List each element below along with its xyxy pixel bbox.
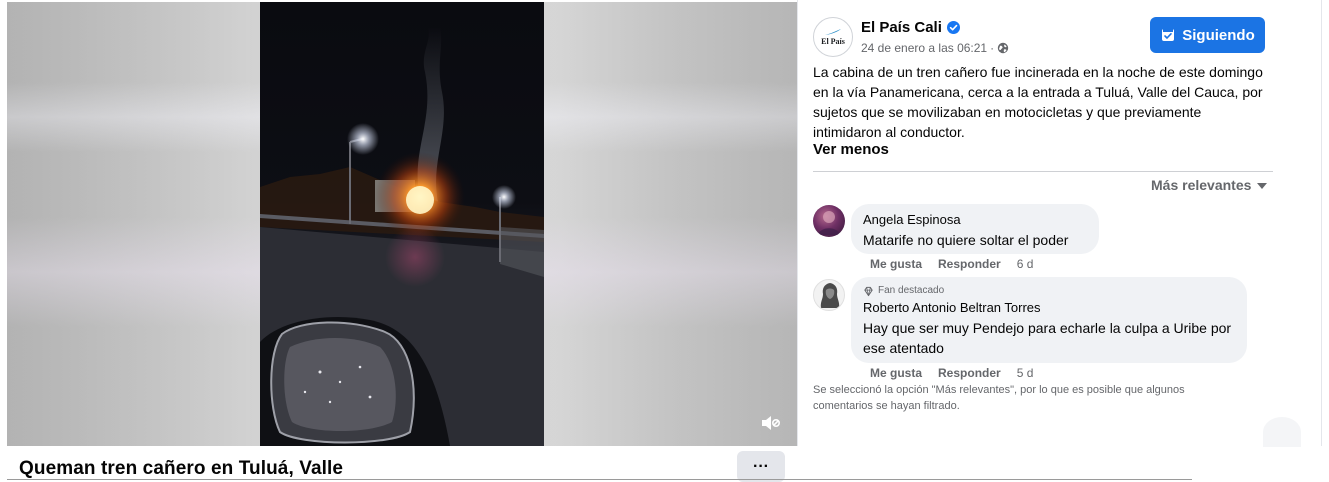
commenter-avatar[interactable] — [813, 205, 845, 237]
top-fan-badge: Fan destacado — [863, 285, 1235, 297]
comment-filter-note: Se seleccionó la opción "Más relevantes"… — [813, 384, 1185, 412]
following-button-label: Siguiendo — [1182, 26, 1255, 44]
video-player[interactable] — [7, 2, 797, 446]
verified-badge-icon — [946, 21, 960, 34]
divider — [813, 171, 1273, 172]
avatar-photo — [818, 211, 840, 235]
comment-sort-label: Más relevantes — [1151, 177, 1252, 193]
comment-author[interactable]: Roberto Antonio Beltran Torres — [863, 300, 1235, 315]
feather-logo-icon — [825, 29, 841, 35]
see-less-link[interactable]: Ver menos — [813, 141, 889, 158]
video-still-fire-scene — [260, 27, 544, 446]
comment-text: Hay que ser muy Pendejo para echarle la … — [863, 320, 1232, 356]
comment-text: Matarife no quiere soltar el poder — [863, 232, 1069, 248]
top-fan-label: Fan destacado — [878, 285, 945, 296]
comment-sort-dropdown[interactable]: Más relevantes — [1151, 177, 1268, 193]
following-button[interactable]: Siguiendo — [1150, 17, 1265, 53]
post-message: La cabina de un tren cañero fue incinera… — [813, 64, 1263, 140]
reply-comment-link[interactable]: Responder — [938, 366, 1001, 380]
avatar-logo-text: El País — [821, 37, 845, 46]
page-name-row: El País Cali — [861, 19, 960, 36]
blurred-backdrop — [7, 2, 260, 446]
more-options-button[interactable]: ··· — [737, 451, 785, 482]
like-comment-link[interactable]: Me gusta — [870, 257, 922, 271]
comment-bubble: Fan destacado Roberto Antonio Beltran To… — [851, 277, 1247, 363]
comment-actions: Me gusta Responder 5 d — [870, 366, 1049, 380]
following-check-icon — [1162, 29, 1175, 41]
page-name-link[interactable]: El País Cali — [861, 19, 942, 36]
commenter-avatar[interactable] — [813, 279, 845, 311]
post-meta: 24 de enero a las 06:21 · — [861, 41, 1009, 55]
comment-time[interactable]: 6 d — [1017, 257, 1034, 271]
volume-muted-icon[interactable] — [759, 412, 781, 434]
chevron-down-icon — [1257, 183, 1268, 189]
post-timestamp[interactable]: 24 de enero a las 06:21 — [861, 41, 987, 55]
comment-bubble: Angela Espinosa Matarife no quiere solta… — [851, 204, 1099, 254]
video-frame[interactable] — [260, 2, 544, 446]
like-comment-link[interactable]: Me gusta — [870, 366, 922, 380]
page-avatar[interactable]: El País — [813, 17, 853, 57]
diamond-icon — [864, 286, 873, 296]
more-horizontal-icon: ··· — [753, 457, 769, 475]
comment-time[interactable]: 5 d — [1017, 366, 1034, 380]
globe-icon — [997, 42, 1009, 54]
reply-comment-link[interactable]: Responder — [938, 257, 1001, 271]
blurred-backdrop — [544, 2, 797, 446]
video-title: Queman tren cañero en Tuluá, Valle — [19, 458, 344, 479]
comment-actions: Me gusta Responder 6 d — [870, 257, 1049, 271]
divider — [7, 479, 1192, 480]
comment-author[interactable]: Angela Espinosa — [863, 212, 1087, 227]
scroll-button-edge[interactable] — [1263, 417, 1301, 447]
meta-separator: · — [990, 41, 995, 55]
